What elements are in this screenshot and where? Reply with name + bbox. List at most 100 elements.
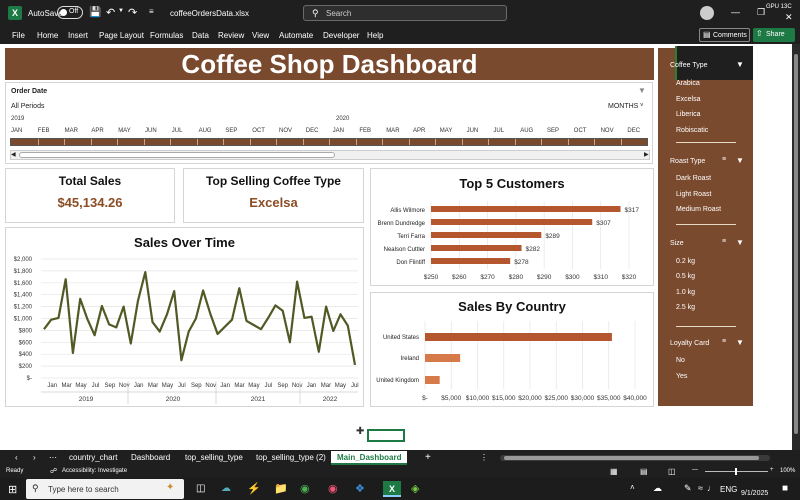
timeline-month-label[interactable]: NOV xyxy=(279,128,292,134)
app-icon[interactable]: ⚡ xyxy=(247,482,261,495)
close-icon[interactable]: ✕ xyxy=(785,12,793,23)
vertical-scrollbar[interactable] xyxy=(792,44,800,450)
menu-help[interactable]: Help xyxy=(367,31,383,40)
timeline-month-label[interactable]: JAN xyxy=(11,128,22,134)
slicer-item-1-0kg[interactable]: 1.0 kg xyxy=(676,289,695,296)
vscode-icon[interactable]: ❖ xyxy=(355,482,365,495)
multi-select-icon[interactable]: ≡ xyxy=(722,238,726,245)
slicer-item-light-roast[interactable]: Light Roast xyxy=(676,191,711,198)
timeline-month-label[interactable]: APR xyxy=(413,128,425,134)
timeline-month-label[interactable]: OCT xyxy=(574,128,587,134)
taskbar-search-box[interactable]: ⚲ Type here to search ✦ xyxy=(26,479,184,499)
menu-home[interactable]: Home xyxy=(37,31,58,40)
save-icon[interactable]: 💾 xyxy=(89,7,101,18)
menu-developer[interactable]: Developer xyxy=(323,31,359,40)
zoom-slider[interactable] xyxy=(705,468,768,475)
slicer-item-yes[interactable]: Yes xyxy=(676,373,687,380)
tab-main-dashboard[interactable]: Main_Dashboard xyxy=(331,451,408,465)
avatar[interactable] xyxy=(700,6,714,20)
timeline-level[interactable]: MONTHS xyxy=(608,103,638,110)
menu-automate[interactable]: Automate xyxy=(279,31,313,40)
horizontal-scrollbar[interactable] xyxy=(500,455,770,461)
tab-scroll-left-icon[interactable]: ‹ xyxy=(15,451,18,465)
search-box[interactable]: ⚲ Search xyxy=(303,5,507,21)
sales-by-country-chart[interactable]: Sales By Country $- $5,000 $10,000 $15,000 $… xyxy=(370,292,654,407)
wifi-icon[interactable]: ≈ xyxy=(698,483,703,493)
zoom-in-icon[interactable]: + xyxy=(770,467,774,473)
scrollbar-thumb[interactable] xyxy=(504,456,759,460)
weather-icon[interactable]: ☁ xyxy=(221,483,231,494)
slicer-item-excelsa[interactable]: Excelsa xyxy=(676,96,701,103)
file-explorer-icon[interactable]: 📁 xyxy=(274,482,288,495)
timeline-month-label[interactable]: JAN xyxy=(333,128,344,134)
timeline-month-label[interactable]: AUG xyxy=(520,128,533,134)
tab-top-selling-type-2[interactable]: top_selling_type (2) xyxy=(256,451,326,465)
menu-insert[interactable]: Insert xyxy=(68,31,88,40)
undo-dropdown-icon[interactable]: ▼ xyxy=(118,8,124,14)
timeline-month-label[interactable]: DEC xyxy=(627,128,640,134)
undo-icon[interactable]: ↶ xyxy=(106,6,115,19)
timeline-month-label[interactable]: MAR xyxy=(65,128,78,134)
language-indicator[interactable]: ENG xyxy=(720,485,737,494)
slicer-item-0-5kg[interactable]: 0.5 kg xyxy=(676,273,695,280)
zoom-slider-thumb[interactable] xyxy=(735,468,737,475)
top-customers-chart[interactable]: Top 5 Customers $250 $260 $270 $280 $290 $300… xyxy=(370,168,654,286)
clear-filter-icon[interactable]: ▼ xyxy=(736,60,744,69)
menu-page-layout[interactable]: Page Layout xyxy=(99,31,144,40)
scroll-left-icon[interactable]: ◀ xyxy=(11,151,16,158)
clear-filter-icon[interactable]: ▼ xyxy=(736,238,744,247)
timeline-month-label[interactable]: MAY xyxy=(440,128,453,134)
comments-button[interactable]: ▤ Comments xyxy=(699,28,750,42)
share-button[interactable]: ⇧ Share xyxy=(753,28,795,42)
slicer-item-no[interactable]: No xyxy=(676,357,685,364)
page-layout-view-icon[interactable]: ▤ xyxy=(640,467,648,476)
timeline-month-label[interactable]: SEP xyxy=(225,128,237,134)
clear-filter-icon[interactable]: ▼ xyxy=(736,338,744,347)
excel-taskbar-icon[interactable]: X xyxy=(383,481,401,497)
timeline-month-label[interactable]: SEP xyxy=(547,128,559,134)
scroll-right-icon[interactable]: ▶ xyxy=(644,151,649,158)
restore-icon[interactable]: ❐ xyxy=(757,7,765,18)
accessibility-status[interactable]: Accessibility: Investigate xyxy=(62,468,127,474)
timeline-month-label[interactable]: MAR xyxy=(386,128,399,134)
slicer-item-2-5kg[interactable]: 2.5 kg xyxy=(676,304,695,311)
tab-dashboard[interactable]: Dashboard xyxy=(131,451,170,465)
menu-file[interactable]: File xyxy=(12,31,25,40)
multi-select-icon[interactable]: ≡ xyxy=(722,156,726,163)
task-view-icon[interactable]: ◫ xyxy=(196,483,205,494)
menu-view[interactable]: View xyxy=(252,31,269,40)
menu-formulas[interactable]: Formulas xyxy=(150,31,183,40)
pen-icon[interactable]: ✎ xyxy=(684,483,692,494)
timeline-month-label[interactable]: JUN xyxy=(145,128,157,134)
timeline-month-label[interactable]: FEB xyxy=(38,128,50,134)
add-sheet-icon[interactable]: + xyxy=(425,451,431,465)
tray-icon[interactable]: ☁ xyxy=(653,483,662,494)
windows-start-icon[interactable]: ⊞ xyxy=(8,483,17,496)
multi-select-icon[interactable]: ≡ xyxy=(722,338,726,345)
scrollbar-thumb[interactable] xyxy=(794,54,798,434)
more-options-icon[interactable]: ⋮ xyxy=(480,451,488,465)
slicer-item-medium-roast[interactable]: Medium Roast xyxy=(676,206,721,213)
chrome-icon[interactable]: ◉ xyxy=(300,482,310,495)
slicer-item-liberica[interactable]: Liberica xyxy=(676,111,701,118)
page-break-view-icon[interactable]: ◫ xyxy=(668,467,676,476)
tab-top-selling-type[interactable]: top_selling_type xyxy=(185,451,243,465)
customize-toolbar-icon[interactable]: ≡ xyxy=(149,7,154,16)
tab-scroll-right-icon[interactable]: › xyxy=(33,451,36,465)
browser-icon[interactable]: ◉ xyxy=(328,482,338,495)
scrollbar-thumb[interactable] xyxy=(19,152,335,158)
redo-icon[interactable]: ↷ xyxy=(128,6,137,19)
selected-cell[interactable] xyxy=(367,429,405,442)
timeline-month-label[interactable]: JUL xyxy=(493,128,504,134)
chevron-down-icon[interactable]: ˅ xyxy=(640,103,644,109)
timeline-month-label[interactable]: DEC xyxy=(306,128,319,134)
timeline-month-label[interactable]: JUN xyxy=(467,128,479,134)
timeline-month-label[interactable]: FEB xyxy=(359,128,371,134)
clear-filter-icon[interactable]: ▼ xyxy=(638,86,646,95)
menu-review[interactable]: Review xyxy=(218,31,244,40)
timeline-month-label[interactable]: APR xyxy=(91,128,103,134)
zoom-level[interactable]: 100% xyxy=(780,468,795,474)
timeline-month-label[interactable]: MAY xyxy=(118,128,131,134)
tab-country-chart[interactable]: country_chart xyxy=(69,451,117,465)
slicer-item-0-2kg[interactable]: 0.2 kg xyxy=(676,258,695,265)
